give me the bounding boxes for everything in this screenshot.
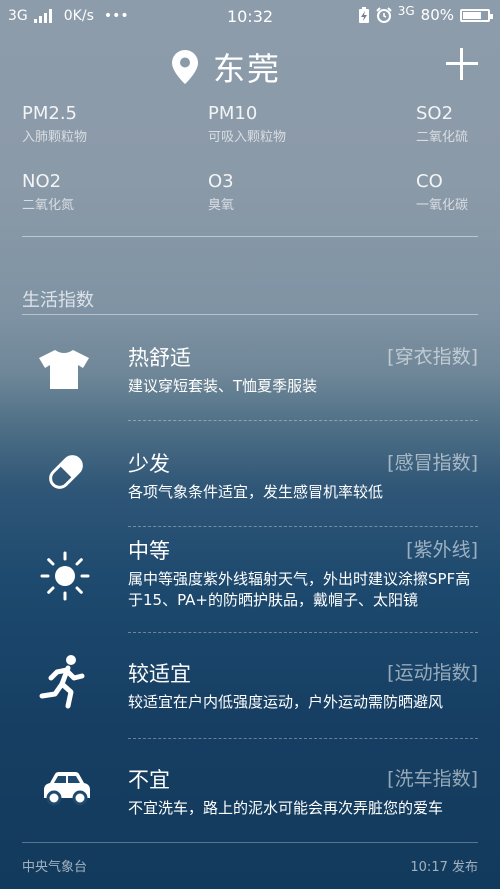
aq-label: O3 (208, 171, 234, 192)
item-desc: 各项气象条件适宜，发生感冒机率较低 (128, 483, 384, 501)
aq-pm25: PM2.5 入肺颗粒物 (22, 103, 87, 145)
item-title: 少发 (128, 452, 170, 476)
battery-percent: 80% (420, 6, 454, 24)
divider (22, 842, 478, 843)
network-type-right: 3G (397, 4, 415, 18)
aq-label: SO2 (416, 103, 454, 124)
item-tag: [穿衣指数] (387, 346, 478, 368)
item-desc: 不宜洗车，路上的泥水可能会再次弄脏您的爱车 (128, 799, 444, 817)
aq-label: CO (416, 171, 443, 192)
item-title: 较适宜 (128, 662, 191, 686)
life-item-sport[interactable]: 较适宜 [运动指数] 较适宜在户内低强度运动，户外运动需防晒避风 (0, 655, 500, 728)
aq-o3: O3 臭氧 (208, 171, 234, 213)
divider (22, 314, 478, 315)
aq-sub: 入肺颗粒物 (22, 130, 88, 145)
city-header: 东莞 (0, 44, 500, 88)
divider (128, 738, 478, 739)
life-item-clothing[interactable]: 热舒适 [穿衣指数] 建议穿短套装、T恤夏季服装 (0, 342, 500, 412)
aq-label: PM10 (208, 103, 258, 124)
tshirt-icon (39, 350, 89, 389)
life-item-carwash[interactable]: 不宜 [洗车指数] 不宜洗车，路上的泥水可能会再次弄脏您的爱车 (0, 764, 500, 834)
location-pin-icon (172, 50, 198, 84)
publish-time: 10:17 发布 (410, 860, 478, 875)
data-source: 中央气象台 (22, 860, 88, 875)
aq-co: CO 一氧化碳 (416, 171, 468, 213)
aq-sub: 二氧化硫 (416, 130, 469, 145)
aq-no2: NO2 二氧化氮 (22, 171, 74, 213)
divider (22, 236, 478, 237)
aq-sub: 臭氧 (208, 198, 235, 213)
aq-pm10: PM10 可吸入颗粒物 (208, 103, 286, 145)
footer: 中央气象台 10:17 发布 (22, 856, 478, 875)
item-desc: 属中等强度紫外线辐射天气，外出时建议涂擦SPF高于15、PA+的防晒护肤品，戴帽… (128, 570, 471, 609)
aq-label: NO2 (22, 171, 62, 192)
status-bar: 3G 0K/s ••• 10:32 3G 80% (0, 0, 500, 34)
item-tag: [紫外线] (406, 539, 478, 561)
item-title: 中等 (128, 539, 170, 563)
car-icon (44, 772, 90, 806)
item-title: 不宜 (128, 768, 170, 792)
aq-label: PM2.5 (22, 103, 78, 124)
charging-icon (358, 7, 369, 23)
item-title: 热舒适 (128, 346, 191, 370)
item-tag: [运动指数] (387, 662, 478, 684)
item-tag: [感冒指数] (387, 452, 478, 474)
life-item-cold[interactable]: 少发 [感冒指数] 各项气象条件适宜，发生感冒机率较低 (0, 448, 500, 518)
add-city-button[interactable] (446, 48, 478, 80)
aq-so2: SO2 二氧化硫 (416, 103, 468, 145)
pill-icon (49, 455, 83, 489)
aq-sub: 二氧化氮 (22, 198, 75, 213)
battery-icon (460, 8, 493, 22)
aq-sub: 可吸入颗粒物 (208, 130, 287, 145)
runner-icon (39, 655, 85, 709)
aq-sub: 一氧化碳 (416, 198, 469, 213)
life-index-title: 生活指数 (22, 290, 94, 311)
item-desc: 较适宜在户内低强度运动，户外运动需防晒避风 (128, 693, 444, 711)
life-item-uv[interactable]: 中等 [紫外线] 属中等强度紫外线辐射天气，外出时建议涂擦SPF高于15、PA+… (0, 535, 500, 627)
sun-icon (40, 551, 90, 601)
divider (128, 632, 478, 633)
divider (128, 420, 478, 421)
item-tag: [洗车指数] (387, 768, 478, 790)
item-desc: 建议穿短套装、T恤夏季服装 (128, 377, 318, 395)
divider (128, 526, 478, 527)
alarm-icon (376, 7, 392, 23)
city-name[interactable]: 东莞 (213, 44, 281, 90)
